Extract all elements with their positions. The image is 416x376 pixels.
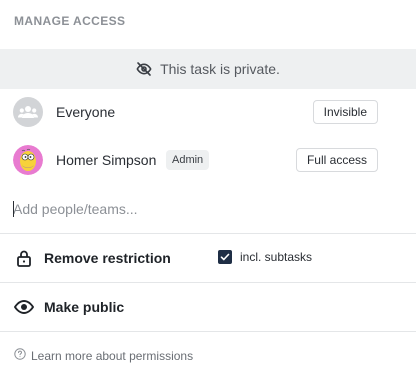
remove-restriction-row: Remove restriction	[0, 234, 416, 282]
learn-more-link[interactable]: Learn more about permissions	[14, 348, 193, 363]
learn-more-text[interactable]: Learn more about permissions	[31, 349, 193, 363]
eye-off-icon	[136, 61, 152, 77]
group-icon	[13, 97, 43, 127]
help-circle-icon	[14, 348, 26, 363]
panel-title: MANAGE ACCESS	[14, 14, 126, 28]
member-name: Everyone	[56, 104, 116, 120]
member-name: Homer Simpson	[56, 152, 157, 168]
private-banner-text: This task is private.	[160, 61, 280, 77]
checkbox-checked[interactable]	[218, 250, 232, 264]
text-caret	[13, 201, 14, 217]
incl-subtasks-checkbox[interactable]: incl. subtasks	[218, 250, 312, 264]
permission-dropdown-everyone[interactable]: Invisible	[312, 100, 378, 124]
member-row-everyone: Everyone Invisible	[0, 88, 416, 136]
eye-icon	[14, 297, 34, 317]
permission-dropdown-homer[interactable]: Full access	[295, 148, 378, 172]
member-row-homer: Homer Simpson Admin Full access	[0, 136, 416, 184]
incl-subtasks-label: incl. subtasks	[240, 250, 313, 264]
homer-avatar	[13, 145, 43, 175]
add-people-input[interactable]	[13, 197, 393, 221]
make-public-row: Make public	[0, 283, 416, 331]
lock-icon	[14, 248, 34, 268]
admin-badge: Admin	[166, 150, 210, 170]
divider	[0, 331, 416, 332]
remove-restriction-button[interactable]: Remove restriction	[44, 250, 171, 266]
private-banner: This task is private.	[0, 49, 416, 89]
make-public-button[interactable]: Make public	[44, 299, 124, 315]
